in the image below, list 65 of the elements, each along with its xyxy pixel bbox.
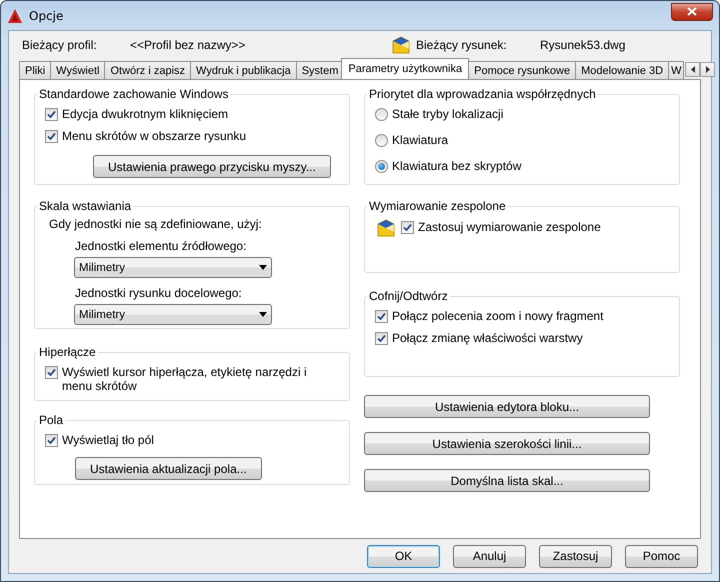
checkbox-label: Zastosuj wymiarowanie zespolone [418,220,601,234]
checkbox[interactable] [45,366,58,379]
tab[interactable]: W [668,61,684,79]
close-icon [687,7,697,16]
app-logo-icon [7,8,23,24]
dialog-button[interactable]: OK [367,544,440,568]
tab[interactable]: Wyświetl [50,61,106,79]
checkbox-label: Menu skrótów w obszarze rysunku [62,129,246,143]
group-title: Hiperłącze [38,345,97,359]
dialog-button[interactable]: Anuluj [453,544,526,568]
checkbox-label: Połącz zmianę właściwości warstwy [392,331,583,345]
checkbox-label: Połącz polecenia zoom i nowy fragment [392,309,604,323]
settings-button[interactable]: Ustawienia aktualizacji pola... [75,457,262,480]
checkbox-label: Wyświetl kursor hiperłącza, etykietę narzędzi i menu skrótów [62,365,308,393]
drawing-icon [392,36,410,54]
group-title: Pola [38,413,64,427]
scroll-left-button[interactable] [685,62,700,77]
profile-label: Bieżący profil: [22,38,98,52]
group-title: Skala wstawiania [38,199,132,213]
checkbox[interactable] [375,310,388,323]
settings-button[interactable]: Ustawienia edytora bloku... [364,395,650,418]
close-button[interactable] [671,2,713,20]
group-title: Cofnij/Odtwórz [368,289,449,303]
hint-text: Gdy jednostki nie są zdefiniowane, użyj: [49,217,263,231]
checkbox-label: Wyświetlaj tło pól [62,433,154,447]
units-dropdown[interactable]: Milimetry [74,304,272,325]
checkbox-label: Edycja dwukrotnym kliknięciem [62,107,228,121]
tab[interactable]: Pliki [19,61,52,79]
checkbox[interactable] [45,434,58,447]
radio-button[interactable] [375,160,388,173]
radio-label: Stałe tryby lokalizacji [392,107,504,121]
radio-button[interactable] [375,134,388,147]
group-title: Priorytet dla wprowadzania współrzędnych [368,87,597,101]
checkbox[interactable] [401,221,414,234]
dropdown-label: Jednostki elementu źródłowego: [75,239,248,253]
radio-label: Klawiatura bez skryptów [392,159,522,173]
right-arrow-icon [706,66,710,73]
drawing-icon [377,219,395,237]
window-title: Opcje [29,8,64,22]
caret-icon [259,265,267,270]
dropdown-label: Jednostki rysunku docelowego: [75,286,243,300]
checkbox[interactable] [45,108,58,121]
dialog-button[interactable]: Pomoc [625,544,698,568]
caret-icon [259,312,267,317]
settings-button[interactable]: Ustawienia szerokości linii... [364,432,650,455]
tab[interactable]: Parametry użytkownika [341,58,470,79]
dialog-button[interactable]: Zastosuj [539,544,612,568]
group-title: Wymiarowanie zespolone [368,199,507,213]
checkbox[interactable] [45,130,58,143]
tab[interactable]: Pomoce rysunkowe [468,61,576,79]
group-title: Standardowe zachowanie Windows [38,87,230,101]
left-arrow-icon [690,66,695,73]
checkbox[interactable] [375,332,388,345]
settings-button[interactable]: Ustawienia prawego przycisku myszy... [93,155,331,178]
drawing-label: Bieżący rysunek: [416,38,508,52]
settings-button[interactable]: Domyślna lista skal... [364,469,650,492]
scroll-right-button[interactable] [700,62,716,77]
radio-label: Klawiatura [392,133,448,147]
drawing-value: Rysunek53.dwg [540,38,626,52]
units-dropdown[interactable]: Milimetry [74,257,272,278]
profile-value: <<Profil bez nazwy>> [130,38,246,52]
tab[interactable]: Modelowanie 3D [575,61,670,79]
tab[interactable]: Otwórz i zapisz [104,61,192,79]
tab[interactable]: Wydruk i publikacja [190,61,297,79]
radio-button[interactable] [375,108,388,121]
